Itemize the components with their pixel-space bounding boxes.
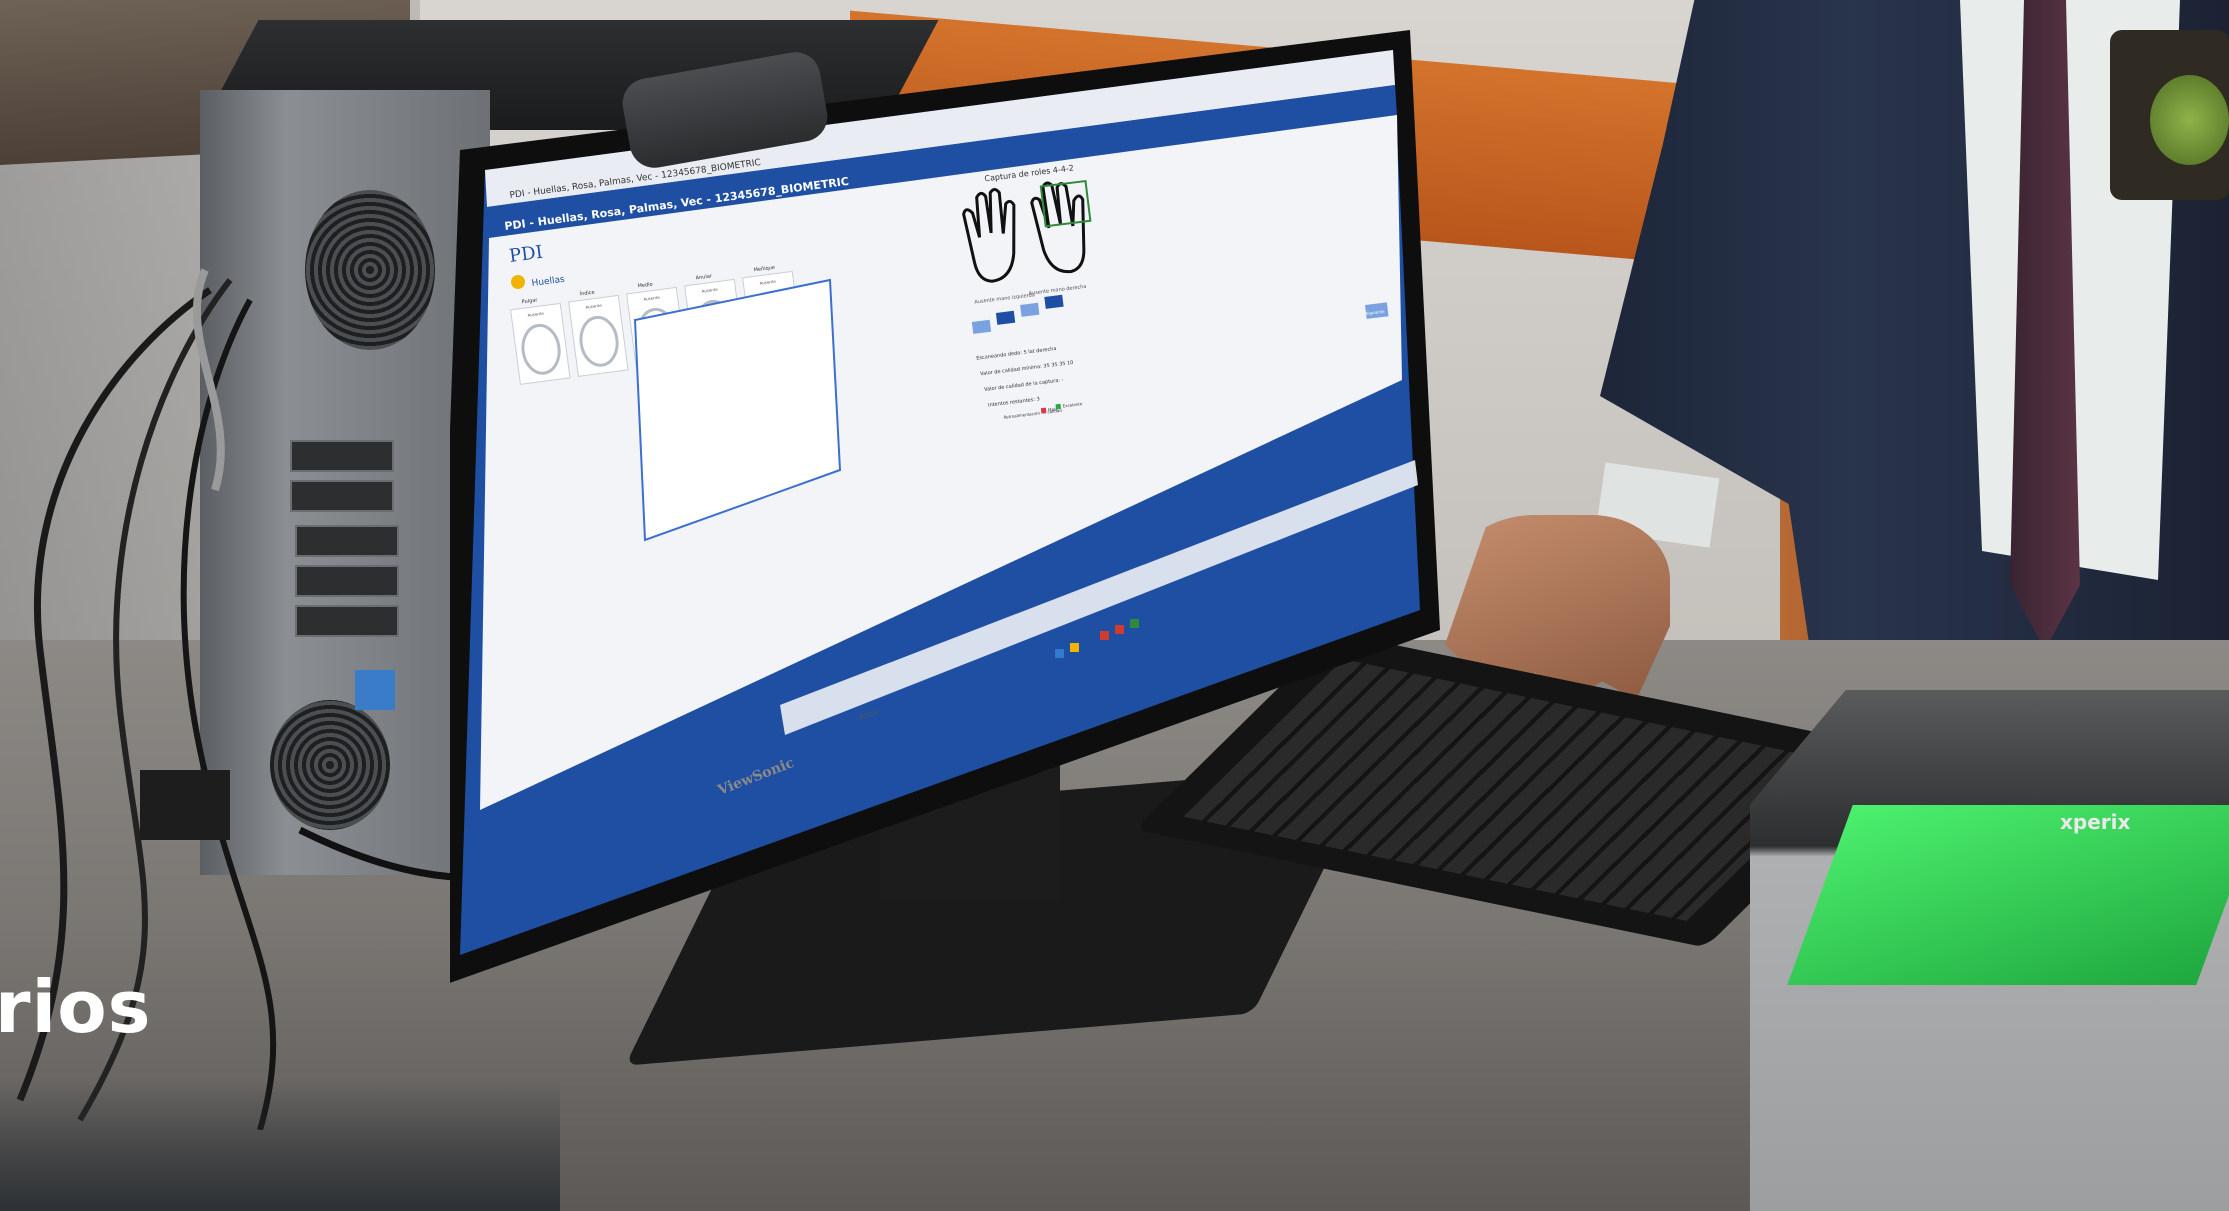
store-icon[interactable] [1085, 637, 1094, 646]
monitor: PDI - Huellas, Rosa, Palmas, Vec - 12345… [450, 30, 1440, 983]
limpiar-button[interactable] [1020, 302, 1040, 317]
app-icon[interactable] [1115, 625, 1124, 634]
scanner-brand: xperix [2060, 810, 2131, 834]
badge-seal-icon [2150, 75, 2229, 165]
manual-button[interactable] [1044, 294, 1064, 309]
start-icon[interactable] [1040, 655, 1049, 664]
folder-icon[interactable] [1070, 643, 1079, 652]
legend-bad-swatch [1040, 407, 1047, 414]
app-icon[interactable] [1100, 631, 1109, 640]
pdi-logo: PDI [508, 242, 544, 267]
edge-icon[interactable] [1055, 649, 1064, 658]
warning-icon [511, 275, 525, 289]
bottom-shadow [0, 1080, 560, 1211]
legend-good-swatch [1055, 403, 1062, 410]
chrome-icon[interactable] [1130, 619, 1139, 628]
quitar-button[interactable] [995, 310, 1016, 325]
anterior-button[interactable] [971, 319, 992, 334]
photo-scene: PDI - Huellas, Rosa, Palmas, Vec - 12345… [0, 0, 2229, 1211]
overlay-caption: rios [0, 965, 152, 1049]
scanner-glass [1787, 805, 2229, 985]
